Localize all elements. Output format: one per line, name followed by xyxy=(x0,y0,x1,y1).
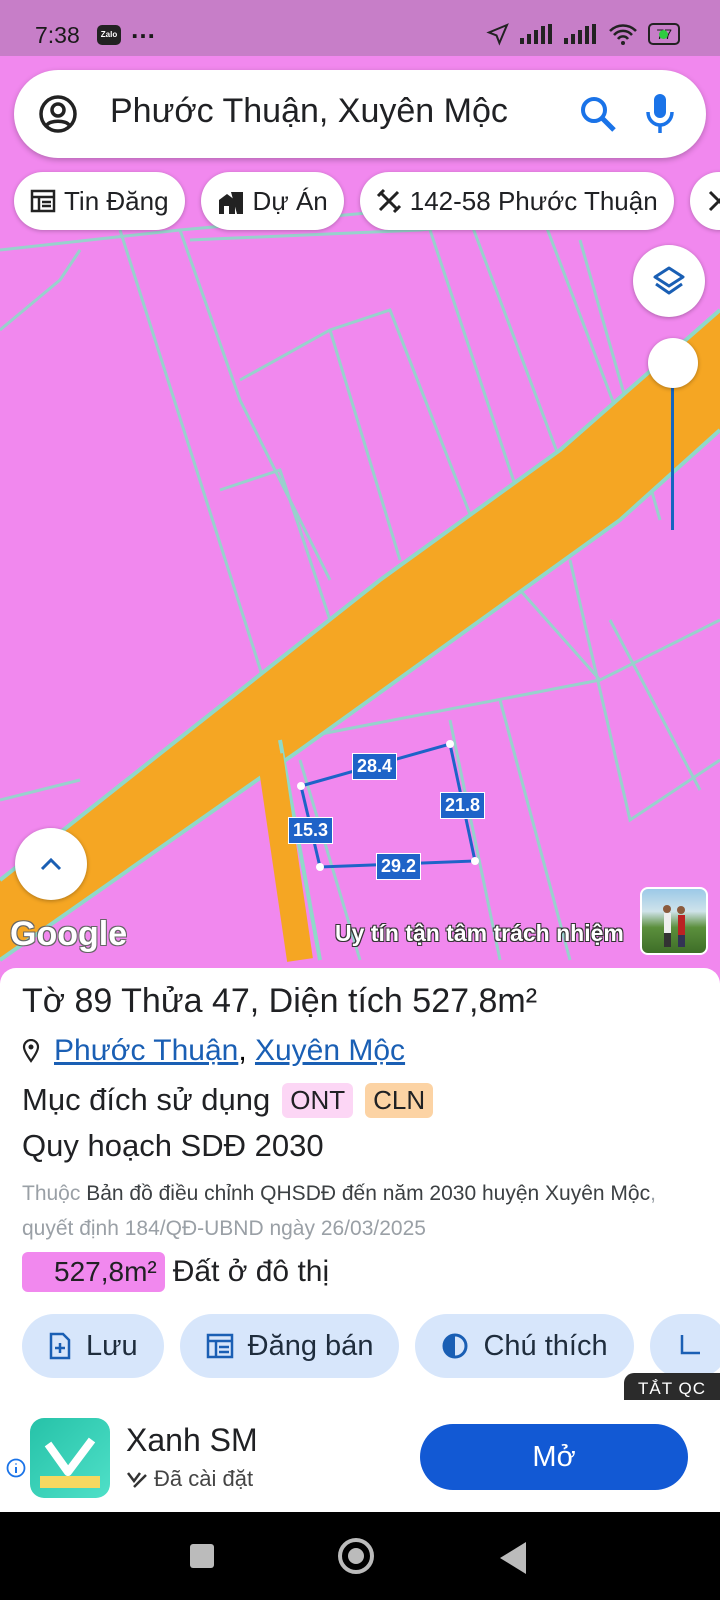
layers-icon xyxy=(653,266,685,295)
chevron-up-icon xyxy=(40,857,62,871)
dimension-top: 28.4 xyxy=(352,753,398,780)
chip-listings[interactable]: Tin Đăng xyxy=(14,172,185,230)
open-app-button[interactable]: Mở xyxy=(420,1424,688,1490)
search-query[interactable]: Phước Thuận, Xuyên Mộc xyxy=(110,92,508,131)
save-label: Lưu xyxy=(86,1329,138,1362)
land-use-purpose: Mục đích sử dụng ONT CLN xyxy=(22,1082,434,1118)
listing-icon xyxy=(206,1333,233,1359)
clock: 7:38 xyxy=(35,22,80,48)
contrast-icon xyxy=(442,1333,468,1359)
chip-projects[interactable]: Dự Án xyxy=(200,172,344,230)
chip-parcel-measure[interactable]: 142-58 Phước Thuận xyxy=(359,172,674,230)
legend-button[interactable]: Chú thích xyxy=(415,1314,634,1378)
system-nav-bar xyxy=(0,1512,720,1600)
dimension-bottom: 29.2 xyxy=(376,853,422,880)
map-tagline: Uy tín tận tâm trách nhiệm xyxy=(335,920,624,946)
more-notifications: … xyxy=(130,14,157,44)
mic-icon[interactable] xyxy=(644,92,676,136)
expand-button[interactable] xyxy=(15,828,87,900)
recents-button[interactable] xyxy=(190,1544,214,1568)
dimension-left: 15.3 xyxy=(288,817,334,844)
post-for-sale-label: Đăng bán xyxy=(247,1329,374,1362)
ad-banner[interactable]: Xanh SM Đã cài đặt Mở xyxy=(0,1400,720,1512)
more-actions-button[interactable] xyxy=(649,1314,720,1378)
save-button[interactable]: Lưu xyxy=(22,1314,164,1378)
xanh-sm-logo-icon xyxy=(40,1437,100,1488)
plan-description: Thuộc Bản đồ điều chỉnh QHSDĐ đến năm 20… xyxy=(22,1176,702,1246)
ad-app-name: Xanh SM xyxy=(126,1422,258,1458)
status-bar: 7:38 Zalo … 77 xyxy=(0,0,720,56)
area-type-label: Đất ở đô thị xyxy=(172,1255,330,1288)
land-code-badge-ont: ONT xyxy=(282,1082,354,1118)
google-logo: Google xyxy=(10,915,128,953)
parcel-title: Tờ 89 Thửa 47, Diện tích 527,8m² xyxy=(22,982,538,1020)
app-icon[interactable] xyxy=(30,1418,110,1498)
street-photo-thumbnail[interactable] xyxy=(640,887,708,955)
area-value: 527,8m² xyxy=(22,1252,165,1292)
opacity-slider-track[interactable] xyxy=(671,380,674,530)
legend-label: Chú thích xyxy=(483,1329,608,1362)
commune-link[interactable]: Phước Thuận xyxy=(54,1034,238,1067)
crop-add-icon xyxy=(680,1335,700,1355)
privacy-indicator xyxy=(659,30,668,39)
search-bar[interactable]: Phước Thuận, Xuyên Mộc xyxy=(14,70,706,158)
ruler-tools-icon xyxy=(376,188,401,214)
dimension-right: 21.8 xyxy=(440,792,486,819)
location-icon xyxy=(486,23,510,46)
parcel-location: Phước Thuận, Xuyên Mộc xyxy=(22,1034,405,1068)
info-icon[interactable] xyxy=(6,1458,26,1478)
wifi-icon xyxy=(609,24,638,45)
opacity-slider-handle[interactable] xyxy=(648,338,698,388)
chip-more[interactable] xyxy=(689,172,720,230)
purpose-label: Mục đích sử dụng xyxy=(22,1082,271,1117)
chip-label: Dự Án xyxy=(252,185,328,216)
filter-chips: Tin Đăng Dự Án 142-58 Phước Thuận xyxy=(14,172,720,230)
plan-title: Quy hoạch SDĐ 2030 xyxy=(22,1128,324,1163)
land-code-badge-cln: CLN xyxy=(365,1082,434,1118)
zalo-notification-icon: Zalo xyxy=(97,25,121,45)
search-icon[interactable] xyxy=(578,94,618,134)
signal-icon-2 xyxy=(564,24,597,44)
area-row: 527,8m² Đất ở đô thị xyxy=(22,1252,329,1292)
chip-label: 142-58 Phước Thuận xyxy=(409,185,658,216)
home-button[interactable] xyxy=(338,1538,374,1574)
chip-label: Tin Đăng xyxy=(64,185,169,216)
signal-icon xyxy=(520,24,553,44)
ad-install-status: Đã cài đặt xyxy=(126,1466,253,1492)
plan-prefix: Thuộc xyxy=(22,1182,81,1205)
building-icon xyxy=(218,192,243,214)
add-file-icon xyxy=(49,1332,71,1360)
plan-name: Bản đồ điều chỉnh QHSDĐ đến năm 2030 huy… xyxy=(86,1182,651,1205)
people-photo-icon xyxy=(663,905,685,947)
post-for-sale-button[interactable]: Đăng bán xyxy=(179,1314,400,1378)
district-link[interactable]: Xuyên Mộc xyxy=(255,1034,405,1067)
ad-status-text: Đã cài đặt xyxy=(154,1466,254,1491)
location-separator: , xyxy=(238,1034,255,1067)
location-pin-icon xyxy=(22,1039,40,1063)
listing-icon xyxy=(30,189,56,213)
installed-check-icon xyxy=(127,1472,147,1488)
ruler-tools-icon xyxy=(708,190,720,212)
account-circle-icon[interactable] xyxy=(38,94,78,134)
action-buttons: Lưu Đăng bán Chú thích xyxy=(22,1314,720,1378)
back-button[interactable] xyxy=(500,1542,526,1574)
parcel-info-sheet[interactable]: Tờ 89 Thửa 47, Diện tích 527,8m² Phước T… xyxy=(0,968,720,1400)
layers-button[interactable] xyxy=(633,245,705,317)
